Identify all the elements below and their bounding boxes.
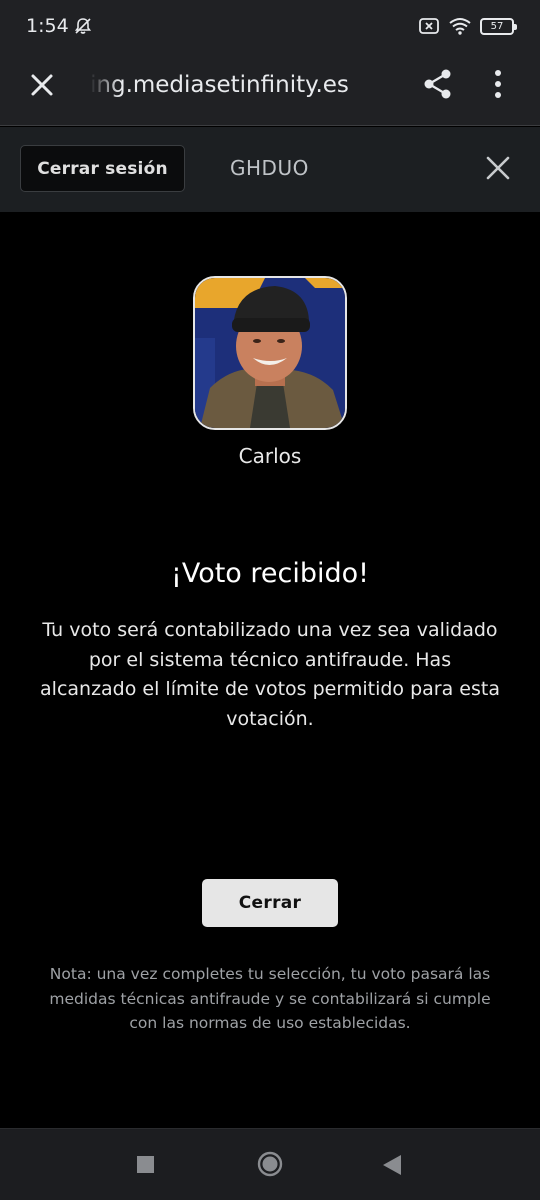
back-icon[interactable] bbox=[381, 1153, 403, 1177]
user-code: GHDUO bbox=[230, 156, 309, 180]
logout-button[interactable]: Cerrar sesión bbox=[20, 145, 185, 192]
battery-icon: 57 bbox=[480, 17, 517, 35]
share-icon[interactable] bbox=[420, 66, 456, 102]
session-bar: Cerrar sesión GHDUO bbox=[0, 127, 540, 212]
close-icon[interactable] bbox=[484, 154, 512, 182]
home-icon[interactable] bbox=[257, 1151, 283, 1177]
status-left: 1:54 bbox=[26, 15, 93, 37]
recents-icon[interactable] bbox=[137, 1156, 154, 1173]
url-text[interactable]: ing.mediasetinfinity.es bbox=[90, 72, 390, 98]
wifi-icon bbox=[449, 18, 471, 35]
bell-off-icon bbox=[74, 18, 91, 34]
contestant-photo bbox=[193, 276, 347, 430]
contestant-name: Carlos bbox=[238, 444, 302, 468]
system-nav-bar bbox=[0, 1128, 540, 1200]
status-right: 57 bbox=[418, 17, 517, 35]
clock: 1:54 bbox=[26, 15, 69, 37]
close-icon[interactable] bbox=[26, 69, 58, 101]
sim-x-icon bbox=[419, 18, 439, 34]
close-button[interactable]: Cerrar bbox=[202, 879, 338, 927]
vote-confirmation: Carlos ¡Voto recibido! Tu voto será cont… bbox=[0, 212, 540, 1128]
vote-message: Tu voto será contabilizado una vez sea v… bbox=[40, 619, 500, 730]
more-vert-icon[interactable] bbox=[484, 66, 512, 102]
battery-level: 57 bbox=[490, 20, 504, 32]
antifraud-note: Nota: una vez completes tu selección, tu… bbox=[49, 965, 491, 1032]
browser-toolbar: ing.mediasetinfinity.es bbox=[0, 52, 540, 126]
status-bar: 1:54 57 bbox=[0, 0, 540, 52]
vote-title: ¡Voto recibido! bbox=[171, 558, 369, 589]
